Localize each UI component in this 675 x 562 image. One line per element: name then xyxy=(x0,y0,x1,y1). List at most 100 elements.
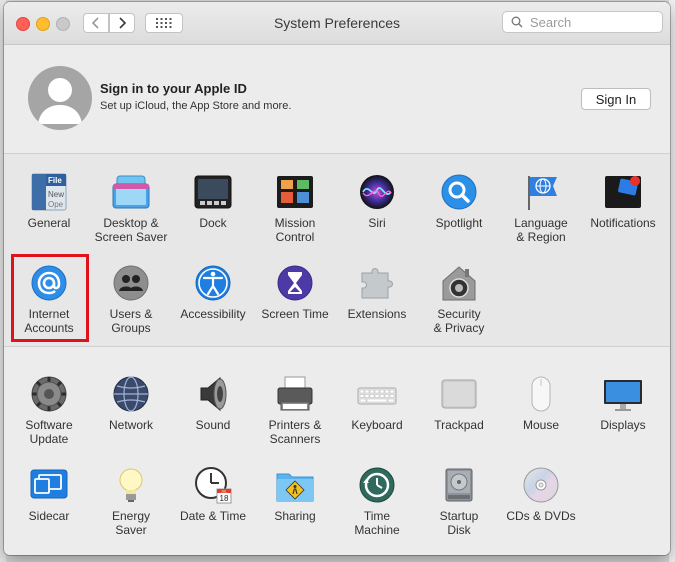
pane-date-time[interactable]: JUL 18 Date & Time xyxy=(172,465,254,553)
pane-cds-dvds[interactable]: CDs & DVDs xyxy=(500,465,582,553)
pane-label: Users & Groups xyxy=(109,307,153,335)
pane-label: Accessibility xyxy=(180,307,246,321)
pane-printers-scanners[interactable]: Printers & Scanners xyxy=(254,374,336,462)
security-privacy-icon xyxy=(442,266,476,301)
trackpad-icon xyxy=(441,379,477,409)
date-time-icon: JUL 18 xyxy=(195,467,232,504)
pane-label: Keyboard xyxy=(351,418,403,432)
users-groups-icon xyxy=(113,265,149,301)
sound-icon xyxy=(200,376,227,412)
printers-scanners-icon xyxy=(277,376,313,411)
svg-text:18: 18 xyxy=(220,494,229,503)
accessibility-icon xyxy=(195,265,231,301)
system-preferences-window: System Preferences Sign in to your Apple… xyxy=(4,2,670,555)
svg-text:New: New xyxy=(48,190,64,199)
pane-users-groups[interactable]: Users & Groups xyxy=(90,263,172,351)
pane-label: Notifications xyxy=(590,216,656,230)
pane-label: Software Update xyxy=(25,418,73,446)
pane-label: Displays xyxy=(600,418,646,432)
pane-label: Spotlight xyxy=(435,216,483,230)
sidecar-icon xyxy=(30,469,68,499)
apple-id-subtitle: Set up iCloud, the App Store and more. xyxy=(100,100,292,112)
pane-startup-disk[interactable]: Startup Disk xyxy=(418,465,500,553)
pane-general[interactable]: File New Ope General xyxy=(8,172,90,260)
pane-label: Sidecar xyxy=(28,509,70,523)
pane-software-update[interactable]: Software Update xyxy=(8,374,90,462)
avatar xyxy=(28,66,92,130)
search-input[interactable] xyxy=(528,13,662,31)
minimize-button[interactable] xyxy=(36,17,50,31)
pane-screen-time[interactable]: Screen Time xyxy=(254,263,336,351)
pane-label: Trackpad xyxy=(434,418,484,432)
pane-spotlight[interactable]: Spotlight xyxy=(418,172,500,260)
network-icon xyxy=(113,376,149,412)
apple-id-banner: Sign in to your Apple ID Set up iCloud, … xyxy=(4,45,670,154)
back-button[interactable] xyxy=(83,13,109,33)
siri-icon xyxy=(360,175,394,209)
pane-label: Time Machine xyxy=(354,509,400,537)
user-silhouette-icon xyxy=(38,78,82,124)
pane-notifications[interactable]: Notifications xyxy=(582,172,664,260)
pane-energy-saver[interactable]: Energy Saver xyxy=(90,465,172,553)
pane-displays[interactable]: Displays xyxy=(582,374,664,462)
startup-disk-icon xyxy=(445,468,473,502)
pane-label: Date & Time xyxy=(179,509,247,523)
pane-sidecar[interactable]: Sidecar xyxy=(8,465,90,553)
show-all-button[interactable] xyxy=(145,13,183,33)
pane-label: Desktop & Screen Saver xyxy=(94,216,168,244)
pane-label: Security & Privacy xyxy=(433,307,485,335)
pane-sound[interactable]: Sound xyxy=(172,374,254,462)
zoom-button[interactable] xyxy=(56,17,70,31)
pane-label: General xyxy=(27,216,71,230)
close-button[interactable] xyxy=(16,17,30,31)
forward-button[interactable] xyxy=(109,13,135,33)
time-machine-icon xyxy=(359,467,395,503)
energy-saver-icon xyxy=(119,468,143,502)
pane-siri[interactable]: Siri xyxy=(336,172,418,260)
notifications-icon xyxy=(605,176,641,208)
screen-time-icon xyxy=(277,265,313,301)
displays-icon xyxy=(604,380,642,411)
pane-accessibility[interactable]: Accessibility xyxy=(172,263,254,351)
pane-label: Mission Control xyxy=(274,216,316,244)
pane-label: Screen Time xyxy=(261,307,329,321)
mouse-icon xyxy=(531,376,551,412)
apple-id-title: Sign in to your Apple ID xyxy=(100,81,247,96)
internet-accounts-icon xyxy=(31,265,67,301)
pane-internet-accounts[interactable]: Internet Accounts xyxy=(8,263,90,351)
pane-security-privacy[interactable]: Security & Privacy xyxy=(418,263,500,351)
pane-label: Network xyxy=(108,418,153,432)
pane-network[interactable]: Network xyxy=(90,374,172,462)
search-field[interactable] xyxy=(502,11,663,33)
pane-desktop-screen-saver[interactable]: Desktop & Screen Saver xyxy=(90,172,172,260)
cds-dvds-icon xyxy=(523,467,559,503)
pane-label: Internet Accounts xyxy=(24,307,74,335)
extensions-icon xyxy=(361,268,393,299)
chevron-right-icon xyxy=(119,17,127,29)
general-icon: File New Ope xyxy=(31,173,67,211)
pane-time-machine[interactable]: Time Machine xyxy=(336,465,418,553)
desktop-screensaver-icon xyxy=(112,175,150,209)
pane-label: Language & Region xyxy=(514,216,568,244)
pane-mission-control[interactable]: Mission Control xyxy=(254,172,336,260)
pane-label: Sharing xyxy=(274,509,316,523)
pane-extensions[interactable]: Extensions xyxy=(336,263,418,351)
pane-label: Siri xyxy=(368,216,386,230)
pane-trackpad[interactable]: Trackpad xyxy=(418,374,500,462)
sign-in-button[interactable]: Sign In xyxy=(581,88,651,110)
pane-language-region[interactable]: Language & Region xyxy=(500,172,582,260)
pane-label: Mouse xyxy=(522,418,560,432)
chevron-left-icon xyxy=(91,17,99,29)
svg-text:Ope: Ope xyxy=(48,200,64,209)
pane-label: Sound xyxy=(195,418,231,432)
pane-label: Extensions xyxy=(347,307,407,321)
pane-label: Dock xyxy=(199,216,227,230)
pane-mouse[interactable]: Mouse xyxy=(500,374,582,462)
grid-icon xyxy=(156,18,172,28)
dock-icon xyxy=(194,175,232,209)
pane-label: Energy Saver xyxy=(111,509,151,537)
pane-keyboard[interactable]: Keyboard xyxy=(336,374,418,462)
pane-dock[interactable]: Dock xyxy=(172,172,254,260)
pane-sharing[interactable]: Sharing xyxy=(254,465,336,553)
keyboard-icon xyxy=(357,387,397,405)
